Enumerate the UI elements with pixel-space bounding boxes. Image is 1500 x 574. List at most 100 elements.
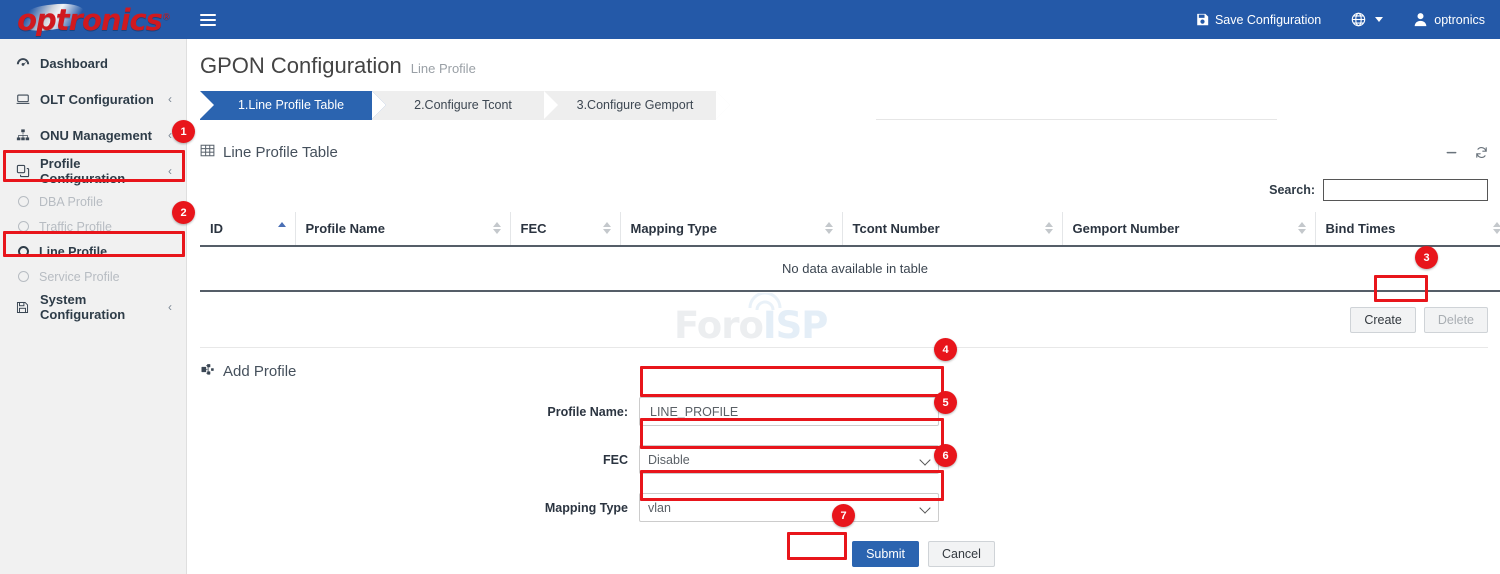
hamburger-icon[interactable] bbox=[187, 0, 229, 39]
card-tools bbox=[1445, 146, 1488, 159]
circle-icon bbox=[18, 246, 29, 257]
circle-icon bbox=[18, 221, 29, 232]
sidebar-item-label: Dashboard bbox=[36, 56, 172, 71]
wizard-step-configure-tcont[interactable]: 2.Configure Tcont bbox=[372, 91, 544, 120]
card-divider bbox=[200, 347, 1488, 348]
form-row-profile-name: Profile Name: bbox=[187, 397, 1500, 426]
sidebar: Dashboard OLT Configuration ‹ ONU Manage… bbox=[0, 39, 187, 574]
sidebar-item-label: Service Profile bbox=[39, 270, 120, 284]
wizard-step-filler bbox=[716, 91, 876, 120]
sort-icon bbox=[493, 222, 501, 236]
column-header-mapping-type[interactable]: Mapping Type bbox=[620, 212, 842, 246]
sidebar-item-traffic-profile[interactable]: Traffic Profile bbox=[0, 214, 186, 239]
delete-button: Delete bbox=[1424, 307, 1488, 333]
sidebar-item-label: System Configuration bbox=[36, 292, 168, 322]
clone-icon bbox=[16, 164, 36, 178]
column-header-profile-name[interactable]: Profile Name bbox=[295, 212, 510, 246]
main-content: ForoISP GPON Configuration Line Profile … bbox=[187, 39, 1500, 574]
wizard-step-configure-gemport[interactable]: 3.Configure Gemport bbox=[544, 91, 716, 120]
create-button[interactable]: Create bbox=[1350, 307, 1416, 333]
sidebar-item-system-configuration[interactable]: System Configuration ‹ bbox=[0, 289, 186, 325]
minus-icon[interactable] bbox=[1445, 146, 1458, 159]
profile-name-input[interactable] bbox=[639, 397, 939, 426]
sidebar-item-dashboard[interactable]: Dashboard bbox=[0, 45, 186, 81]
column-label: Bind Times bbox=[1326, 221, 1396, 236]
sort-icon bbox=[603, 222, 611, 236]
chevron-down-icon bbox=[1375, 17, 1383, 22]
logo-registered-mark: ® bbox=[162, 12, 170, 22]
table-empty-message: No data available in table bbox=[200, 246, 1500, 291]
monitor-icon bbox=[16, 92, 36, 106]
floppy-icon bbox=[16, 301, 36, 314]
chevron-left-icon: ‹ bbox=[168, 128, 172, 142]
sidebar-item-service-profile[interactable]: Service Profile bbox=[0, 264, 186, 289]
sidebar-item-dba-profile[interactable]: DBA Profile bbox=[0, 189, 186, 214]
column-label: Gemport Number bbox=[1073, 221, 1180, 236]
mapping-type-select[interactable]: vlan bbox=[639, 493, 939, 522]
logo-label: optronics bbox=[17, 3, 162, 37]
page-title: GPON Configuration bbox=[200, 53, 402, 79]
topbar-right-group: Save Configuration optronics bbox=[1181, 0, 1500, 39]
card-title: Line Profile Table bbox=[200, 143, 338, 162]
wizard-step-label: 3.Configure Gemport bbox=[544, 91, 716, 120]
search-input[interactable] bbox=[1323, 179, 1488, 201]
form-row-fec: FEC Disable bbox=[187, 445, 1500, 474]
submit-button[interactable]: Submit bbox=[852, 541, 919, 567]
fec-select[interactable]: Disable bbox=[639, 445, 939, 474]
sort-ascending-icon bbox=[278, 222, 286, 236]
column-header-bind-times[interactable]: Bind Times bbox=[1315, 212, 1500, 246]
column-label: FEC bbox=[521, 221, 547, 236]
table-body: No data available in table bbox=[200, 246, 1500, 291]
save-icon bbox=[1196, 13, 1209, 26]
sidebar-item-label: OLT Configuration bbox=[36, 92, 168, 107]
top-navbar: optronics® Save Configuration optronics bbox=[0, 0, 1500, 39]
table-action-buttons: Create Delete bbox=[200, 307, 1488, 333]
column-header-fec[interactable]: FEC bbox=[510, 212, 620, 246]
save-configuration-button[interactable]: Save Configuration bbox=[1181, 0, 1336, 39]
column-label: Profile Name bbox=[306, 221, 385, 236]
globe-icon bbox=[1351, 12, 1366, 27]
sidebar-item-label: Line Profile bbox=[39, 245, 107, 259]
sidebar-item-onu-management[interactable]: ONU Management ‹ bbox=[0, 117, 186, 153]
wizard-steps: 1.Line Profile Table 2.Configure Tcont 3… bbox=[200, 91, 1277, 120]
search-label: Search: bbox=[1269, 183, 1315, 197]
mapping-type-label: Mapping Type bbox=[187, 501, 639, 515]
table-empty-row: No data available in table bbox=[200, 246, 1500, 291]
column-header-gemport-number[interactable]: Gemport Number bbox=[1062, 212, 1315, 246]
table-icon bbox=[200, 143, 215, 162]
fec-label: FEC bbox=[187, 453, 639, 467]
form-row-mapping-type: Mapping Type vlan bbox=[187, 493, 1500, 522]
puzzle-icon bbox=[200, 362, 215, 381]
language-selector[interactable] bbox=[1336, 0, 1398, 39]
line-profile-table-card: Line Profile Table Search: bbox=[200, 137, 1488, 348]
sidebar-item-line-profile[interactable]: Line Profile bbox=[0, 239, 186, 264]
column-label: Tcont Number bbox=[853, 221, 940, 236]
sidebar-item-profile-configuration[interactable]: Profile Configuration ‹ bbox=[0, 153, 186, 189]
sidebar-item-label: ONU Management bbox=[36, 128, 168, 143]
refresh-icon[interactable] bbox=[1475, 146, 1488, 159]
logo-text: optronics® bbox=[17, 3, 170, 37]
sort-icon bbox=[1298, 222, 1306, 236]
column-label: Mapping Type bbox=[631, 221, 717, 236]
user-menu[interactable]: optronics bbox=[1398, 0, 1500, 39]
card-header: Line Profile Table bbox=[200, 137, 1488, 167]
cancel-button[interactable]: Cancel bbox=[928, 541, 995, 567]
card-title-label: Line Profile Table bbox=[223, 144, 338, 161]
sort-icon bbox=[1045, 222, 1053, 236]
sidebar-item-label: DBA Profile bbox=[39, 195, 103, 209]
sort-icon bbox=[825, 222, 833, 236]
column-header-id[interactable]: ID bbox=[200, 212, 295, 246]
search-row: Search: bbox=[200, 179, 1488, 201]
sidebar-item-olt-configuration[interactable]: OLT Configuration ‹ bbox=[0, 81, 186, 117]
chevron-left-icon: ‹ bbox=[168, 300, 172, 314]
hamburger-bars bbox=[200, 11, 216, 29]
wizard-step-line-profile-table[interactable]: 1.Line Profile Table bbox=[200, 91, 372, 120]
username-label: optronics bbox=[1434, 13, 1485, 27]
sort-icon bbox=[1493, 222, 1500, 236]
brand-logo[interactable]: optronics® bbox=[0, 0, 187, 39]
profile-name-label: Profile Name: bbox=[187, 405, 639, 419]
wizard-step-label: 1.Line Profile Table bbox=[200, 91, 372, 120]
column-header-tcont-number[interactable]: Tcont Number bbox=[842, 212, 1062, 246]
page-subtitle: Line Profile bbox=[411, 61, 476, 76]
sidebar-item-label: Profile Configuration bbox=[36, 156, 168, 186]
